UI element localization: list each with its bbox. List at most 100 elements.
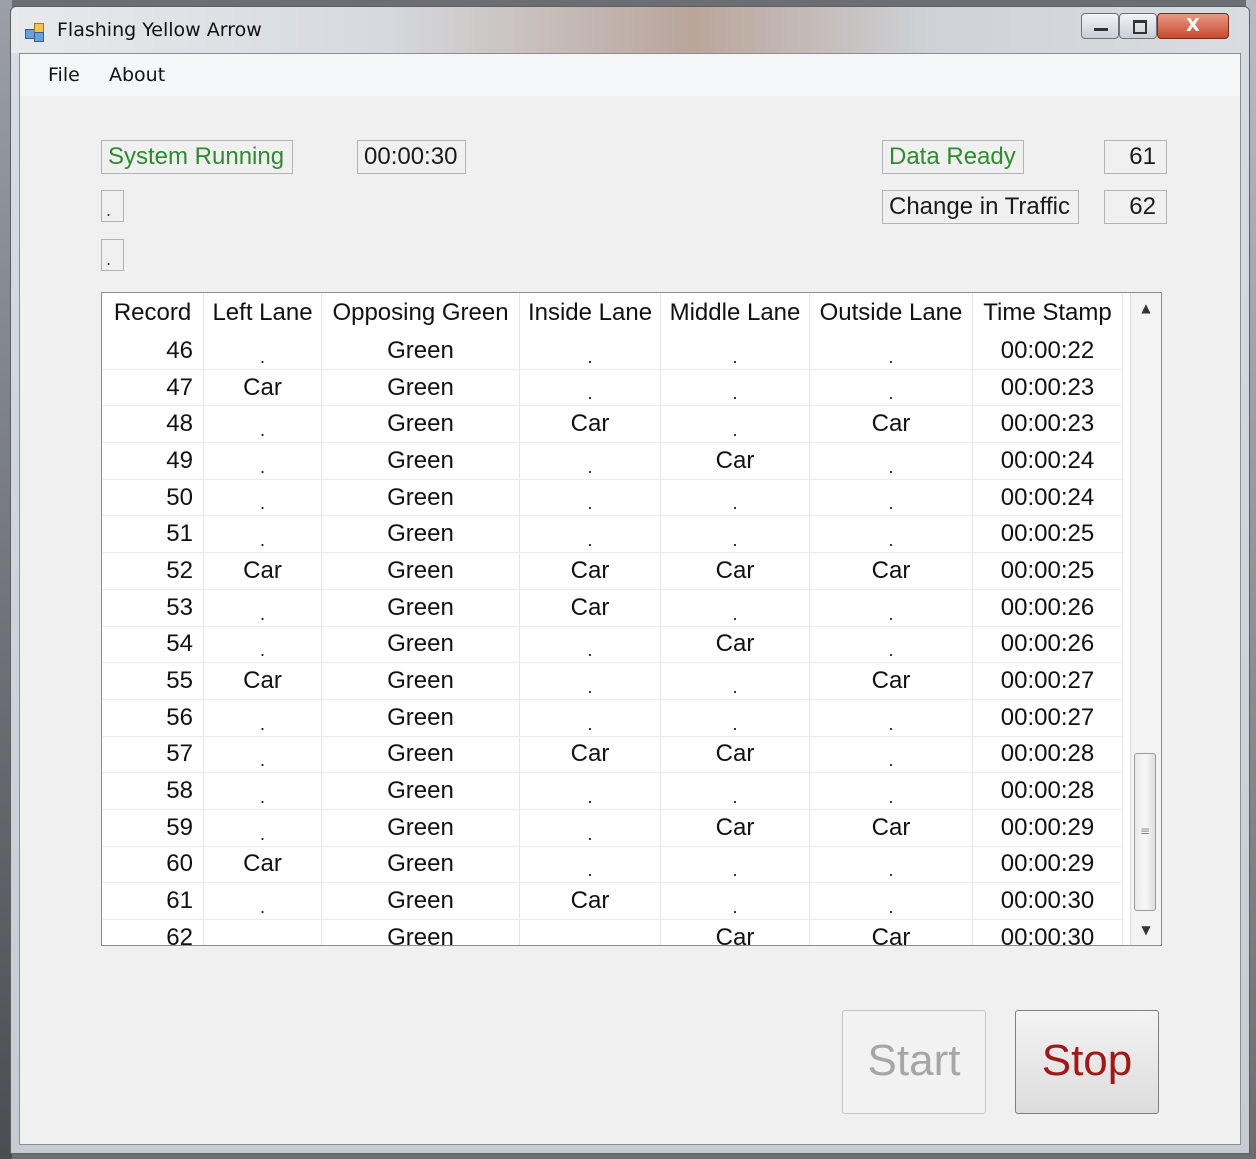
cell-middle-lane: . (660, 333, 810, 370)
cell-middle-lane: . (660, 662, 810, 700)
system-running-label: System Running (101, 140, 293, 174)
table-body: 46. Green... 00:00:22 47 Car Green... 00:00:23… (102, 333, 1123, 945)
status-box-1: . (101, 190, 124, 222)
scroll-down-icon[interactable]: ▼ (1131, 915, 1161, 945)
cell-left-lane: Car (203, 846, 322, 884)
cell-record: 59 (102, 809, 204, 847)
cell-time-stamp: 00:00:30 (972, 882, 1123, 920)
menu-file[interactable]: File (48, 64, 80, 86)
close-button[interactable]: X (1157, 13, 1229, 39)
cell-outside-lane: . (809, 442, 973, 480)
cell-record: 58 (102, 772, 204, 810)
table-row[interactable]: 49. Green. Car. 00:00:24 (102, 442, 1123, 480)
cell-outside-lane: Car (809, 809, 973, 847)
cell-middle-lane: . (660, 882, 810, 920)
table-row[interactable]: 60 Car Green... 00:00:29 (102, 846, 1123, 884)
column-header-middle-lane[interactable]: Middle Lane (660, 293, 810, 333)
cell-inside-lane: . (519, 442, 661, 480)
cell-inside-lane: . (519, 809, 661, 847)
table-row[interactable]: 47 Car Green... 00:00:23 (102, 369, 1123, 407)
cell-opposing-green: Green (321, 919, 520, 945)
cell-time-stamp: 00:00:29 (972, 809, 1123, 847)
cell-opposing-green: Green (321, 736, 520, 774)
cell-opposing-green: Green (321, 772, 520, 810)
cell-middle-lane: . (660, 479, 810, 517)
cell-record: 60 (102, 846, 204, 884)
data-ready-label: Data Ready (882, 140, 1024, 174)
column-header-outside-lane[interactable]: Outside Lane (809, 293, 973, 333)
cell-opposing-green: Green (321, 626, 520, 664)
cell-middle-lane: . (660, 515, 810, 554)
scroll-up-icon[interactable]: ▲ (1131, 293, 1161, 323)
column-header-opposing-green[interactable]: Opposing Green (321, 293, 520, 333)
cell-record: 57 (102, 736, 204, 774)
column-header-left-lane[interactable]: Left Lane (203, 293, 322, 333)
cell-opposing-green: Green (321, 699, 520, 737)
table-row[interactable]: 57. Green Car Car. 00:00:28 (102, 736, 1123, 774)
stop-button[interactable]: Stop (1015, 1010, 1159, 1114)
cell-opposing-green: Green (321, 552, 520, 590)
cell-outside-lane: . (809, 479, 973, 517)
grip-icon: ≡ (1140, 824, 1151, 838)
close-icon: X (1186, 15, 1200, 36)
table-row[interactable]: 62. Green. Car Car 00:00:30 (102, 919, 1123, 945)
cell-inside-lane: . (519, 515, 661, 554)
cell-inside-lane: Car (519, 589, 661, 627)
start-button[interactable]: Start (842, 1010, 986, 1114)
cell-time-stamp: 00:00:25 (972, 515, 1123, 554)
app-icon (25, 23, 45, 42)
cell-opposing-green: Green (321, 405, 520, 444)
maximize-button[interactable] (1119, 13, 1157, 39)
cell-time-stamp: 00:00:24 (972, 479, 1123, 517)
cell-middle-lane: . (660, 405, 810, 444)
cell-record: 46 (102, 333, 204, 370)
menu-about[interactable]: About (109, 64, 165, 86)
records-grid[interactable]: Record Left Lane Opposing Green Inside L… (101, 292, 1162, 946)
cell-outside-lane: . (809, 772, 973, 810)
column-header-time-stamp[interactable]: Time Stamp (972, 293, 1123, 333)
cell-middle-lane: Car (660, 442, 810, 480)
cell-opposing-green: Green (321, 333, 520, 370)
cell-record: 62 (102, 919, 204, 945)
cell-opposing-green: Green (321, 662, 520, 700)
table-row[interactable]: 58. Green... 00:00:28 (102, 772, 1123, 810)
table-row[interactable]: 61. Green Car.. 00:00:30 (102, 882, 1123, 920)
table-row[interactable]: 48. Green Car. Car 00:00:23 (102, 405, 1123, 444)
table-row[interactable]: 54. Green. Car. 00:00:26 (102, 626, 1123, 664)
cell-left-lane: . (203, 405, 322, 444)
cell-middle-lane: Car (660, 809, 810, 847)
cell-left-lane: . (203, 515, 322, 554)
scroll-thumb[interactable]: ≡ (1134, 753, 1156, 911)
column-header-record[interactable]: Record (102, 293, 204, 333)
cell-middle-lane: . (660, 589, 810, 627)
cell-inside-lane: . (519, 626, 661, 664)
minimize-button[interactable] (1081, 13, 1119, 39)
table-row[interactable]: 51. Green... 00:00:25 (102, 515, 1123, 554)
records-table: Record Left Lane Opposing Green Inside L… (102, 293, 1123, 945)
client-area: File About System Running 00:00:30 Data … (19, 53, 1241, 1145)
cell-left-lane: . (203, 809, 322, 847)
cell-record: 56 (102, 699, 204, 737)
cell-opposing-green: Green (321, 369, 520, 407)
column-header-inside-lane[interactable]: Inside Lane (519, 293, 661, 333)
cell-record: 53 (102, 589, 204, 627)
cell-middle-lane: Car (660, 919, 810, 945)
cell-time-stamp: 00:00:27 (972, 699, 1123, 737)
table-row[interactable]: 52 Car Green Car Car Car 00:00:25 (102, 552, 1123, 590)
cell-outside-lane: . (809, 589, 973, 627)
cell-record: 54 (102, 626, 204, 664)
table-row[interactable]: 53. Green Car.. 00:00:26 (102, 589, 1123, 627)
cell-inside-lane: . (519, 846, 661, 884)
table-row[interactable]: 50. Green... 00:00:24 (102, 479, 1123, 517)
cell-time-stamp: 00:00:28 (972, 736, 1123, 774)
table-row[interactable]: 55 Car Green.. Car 00:00:27 (102, 662, 1123, 700)
change-in-traffic-label: Change in Traffic (882, 190, 1079, 224)
vertical-scrollbar[interactable]: ▲ ≡ ▼ (1130, 293, 1161, 945)
table-row[interactable]: 59. Green. Car Car 00:00:29 (102, 809, 1123, 847)
table-row[interactable]: 56. Green... 00:00:27 (102, 699, 1123, 737)
cell-opposing-green: Green (321, 442, 520, 480)
table-row[interactable]: 46. Green... 00:00:22 (102, 333, 1123, 370)
cell-inside-lane: . (519, 662, 661, 700)
title-bar[interactable]: Flashing Yellow Arrow X (11, 7, 1249, 53)
window-title: Flashing Yellow Arrow (57, 19, 262, 41)
